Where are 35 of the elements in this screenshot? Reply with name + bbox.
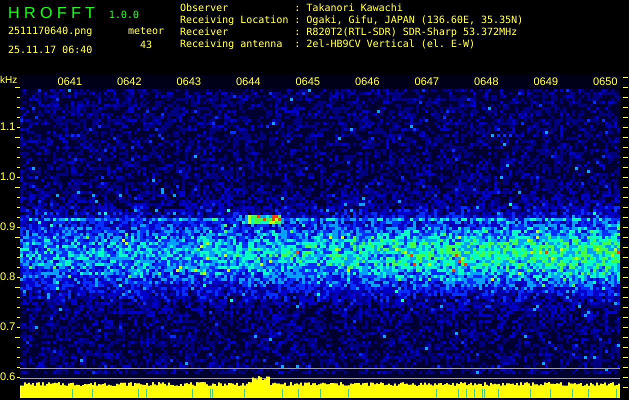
- info-separator: :: [294, 39, 300, 51]
- time-label: 0648: [474, 75, 498, 89]
- info-value: Takanori Kawachi: [306, 3, 404, 15]
- time-label: 0644: [236, 75, 260, 89]
- axis-label: 0.8: [0, 271, 16, 283]
- info-separator: :: [294, 3, 300, 15]
- info-label: Receiving Location: [180, 15, 288, 27]
- axis-label: 1.1: [0, 121, 16, 133]
- time-label: 0645: [296, 75, 320, 89]
- axis-label: 0.6: [0, 371, 16, 383]
- time-label: 0646: [355, 75, 380, 89]
- meteor-label: meteor: [128, 26, 164, 37]
- info-value: 2el-HB9CV Vertical (el. E-W): [306, 39, 476, 51]
- time-label: 0649: [534, 75, 558, 89]
- info-label: Receiving antenna: [180, 39, 284, 51]
- time-label: 0642: [117, 75, 142, 89]
- time-label: 0641: [58, 75, 82, 89]
- axis-label: 1.0: [0, 171, 16, 183]
- version-label: 1.0.0: [108, 10, 139, 21]
- axis-label: 0.7: [0, 321, 16, 333]
- info-value: R820T2(RTL-SDR) SDR-Sharp 53.372MHz: [306, 27, 518, 39]
- time-label: 0647: [414, 75, 439, 89]
- info-separator: :: [294, 27, 300, 39]
- info-label: Receiver: [180, 27, 230, 39]
- time-label: 0650: [593, 75, 618, 89]
- info-label: Observer: [180, 3, 230, 15]
- timestamp: 25.11.17 06:40: [8, 45, 94, 56]
- app-logo: H R O F F T: [8, 5, 95, 23]
- info-value: Ogaki, Gifu, JAPAN (136.60E, 35.35N): [306, 15, 524, 27]
- axis-unit: kHz: [0, 75, 18, 86]
- axis-label: 0.9: [0, 221, 16, 233]
- file-name: 2511170640.png: [8, 26, 94, 37]
- meteor-count: 43: [140, 40, 152, 51]
- time-label: 0643: [176, 75, 201, 89]
- info-separator: :: [294, 15, 300, 27]
